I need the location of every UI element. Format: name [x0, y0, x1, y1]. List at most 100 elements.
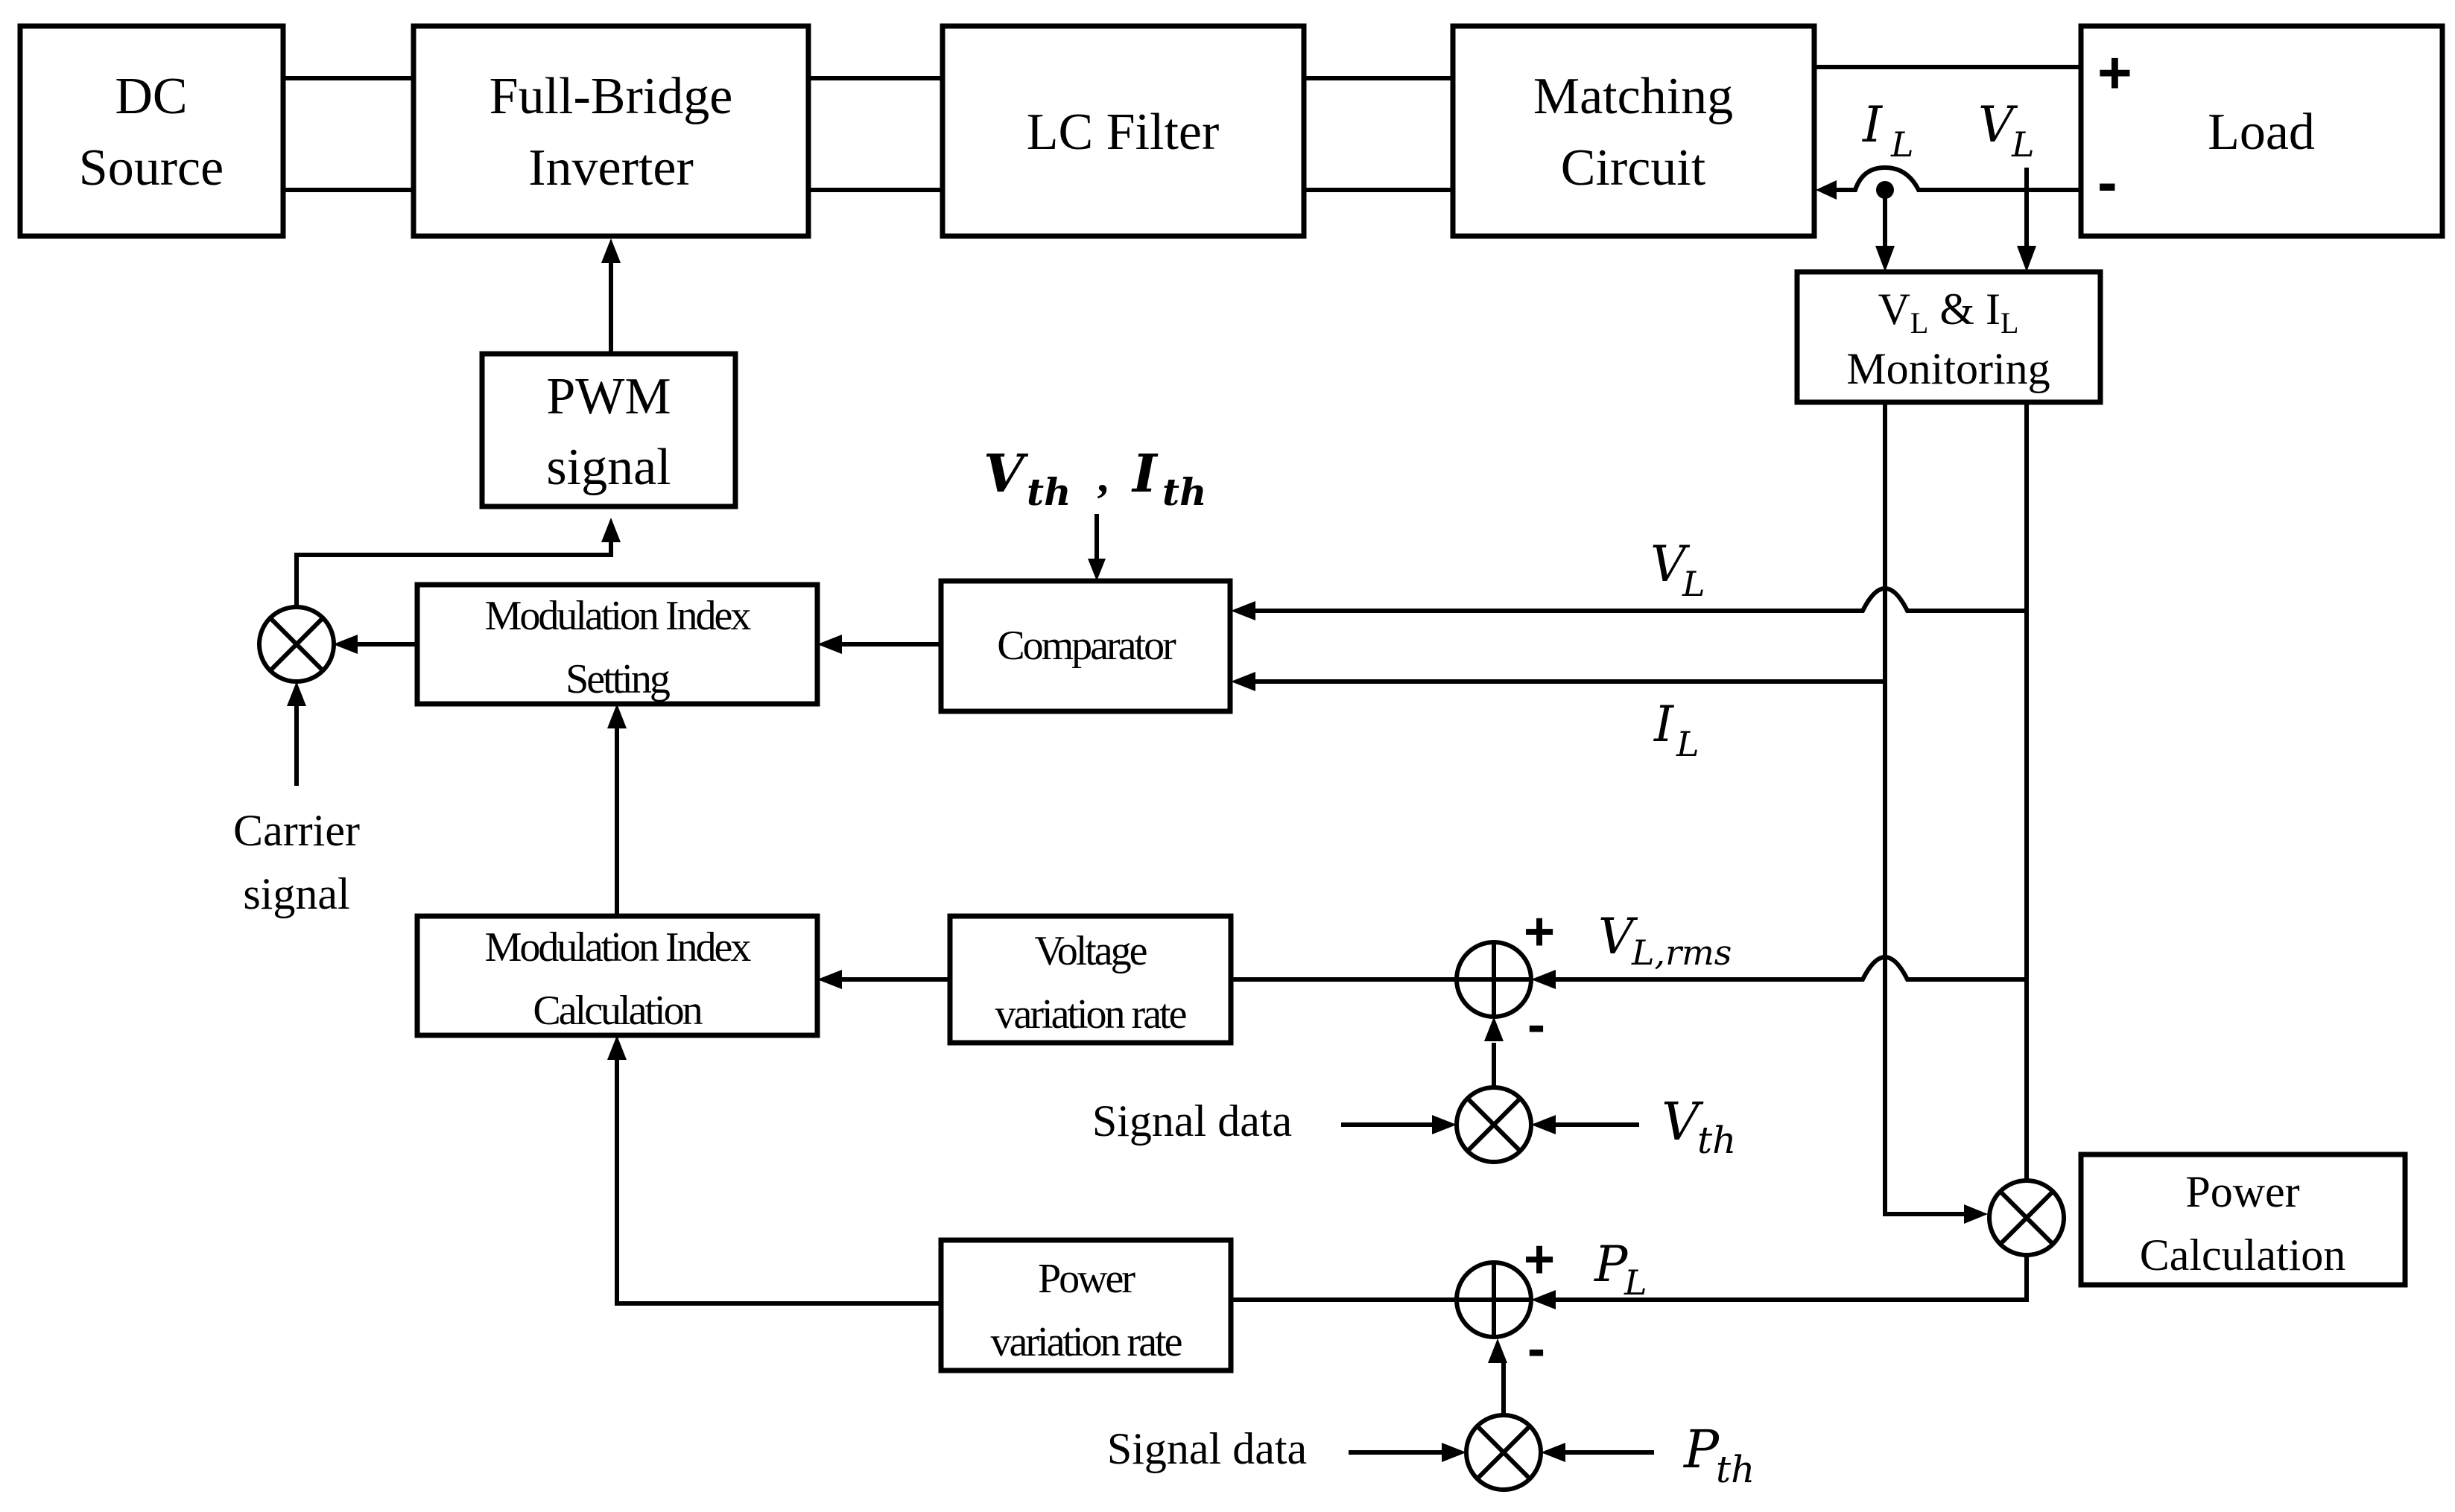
voltage-variation-rate-block: Voltage variation rate	[947, 913, 1234, 1046]
mod-setting-label-2: Setting	[566, 656, 670, 702]
svg-text:V: V	[983, 442, 1029, 504]
pth-label: P th	[1682, 1419, 1755, 1491]
voltage-rate-label-1: Voltage	[1034, 928, 1146, 974]
comparator-label: Comparator	[997, 623, 1176, 669]
vl-line-label: V L	[1650, 536, 1705, 604]
monitoring-block: VL & IL Monitoring	[1794, 269, 2103, 405]
carrier-multiplier-icon	[257, 605, 336, 684]
vth-ith-label: V th , I th	[983, 442, 1206, 514]
load-label: Load	[2208, 104, 2315, 161]
minus-sign: -	[1527, 995, 1545, 1055]
matching-label-2: Circuit	[1561, 139, 1706, 197]
vl-top-label: V L	[1978, 96, 2035, 165]
modulation-index-setting-block: Modulation Index Setting	[414, 582, 820, 707]
arrow-head	[1088, 559, 1106, 581]
il-line-label: I L	[1653, 696, 1700, 764]
arrow-head	[1432, 1115, 1457, 1134]
comparator-block: Comparator	[938, 578, 1233, 714]
power-rate-to-calc-wire	[615, 1058, 941, 1306]
power-calculation-block: Power Calculation	[2078, 1152, 2408, 1288]
dc-source-block: DC Source	[17, 23, 286, 239]
svg-text:I: I	[1862, 96, 1884, 153]
svg-text:I: I	[1653, 696, 1675, 753]
arrow-head	[1231, 672, 1255, 691]
voltage-summing-junction-icon	[1454, 940, 1533, 1019]
svg-text:th: th	[1162, 470, 1206, 514]
monitoring-label-1: VL & IL	[1878, 285, 2019, 340]
monitoring-label-2: Monitoring	[1846, 344, 2050, 393]
arrow-head	[1531, 1290, 1556, 1309]
arrow-head	[1442, 1443, 1466, 1462]
arrow-head	[1531, 1115, 1556, 1134]
signal-data-label-2: Signal data	[1107, 1424, 1307, 1473]
power-rate-label-2: variation rate	[991, 1319, 1182, 1365]
mod-setting-label-1: Modulation Index	[485, 593, 752, 639]
arrow-head	[1531, 970, 1556, 989]
voltage-multiplier-icon	[1454, 1085, 1533, 1164]
svg-text:P: P	[1682, 1419, 1720, 1480]
load-plus-sign: +	[2097, 39, 2132, 106]
minus-sign: -	[1527, 1319, 1545, 1379]
load-block: Load + -	[2078, 23, 2445, 239]
power-threshold-multiplier-icon	[1464, 1413, 1543, 1492]
arrow-head	[817, 970, 842, 989]
power-multiplier-icon	[1987, 1178, 2066, 1257]
dc-source-label-2: Source	[79, 139, 224, 197]
plus-sign: +	[1524, 902, 1555, 962]
arrow-head	[817, 635, 842, 654]
svg-text:,: ,	[1097, 452, 1109, 501]
load-minus-sign: -	[2097, 149, 2117, 215]
vlrms-label: V L,rms	[1598, 908, 1732, 973]
svg-text:P: P	[1594, 1236, 1629, 1293]
power-rate-label-1: Power	[1038, 1256, 1135, 1302]
svg-text:I: I	[1131, 442, 1159, 504]
signal-data-label-1: Signal data	[1092, 1096, 1292, 1146]
lc-filter-block: LC Filter	[940, 23, 1307, 239]
lc-filter-label: LC Filter	[1027, 104, 1220, 161]
monitoring-output-wires	[1883, 402, 2036, 1224]
carrier-label-2: signal	[243, 869, 349, 918]
inverter-label-1: Full-Bridge	[490, 68, 733, 125]
arrow-head	[607, 704, 627, 728]
arrow-head	[1231, 601, 1255, 620]
power-variation-rate-block: Power variation rate	[938, 1237, 1234, 1373]
arrow-head	[287, 682, 306, 706]
svg-text:L: L	[1890, 124, 1914, 165]
arrow-head	[1488, 1338, 1507, 1363]
pwm-signal-block: PWM signal	[479, 351, 738, 509]
mod-calc-label-2: Calculation	[533, 988, 703, 1034]
arrow-head	[1484, 1017, 1504, 1041]
svg-text:th: th	[1027, 470, 1071, 514]
il-top-label: I L	[1862, 96, 1914, 165]
vth-label: V th	[1662, 1091, 1736, 1162]
arrow-head	[601, 238, 621, 263]
modulation-index-calculation-block: Modulation Index Calculation	[414, 913, 820, 1038]
full-bridge-inverter-block: Full-Bridge Inverter	[411, 23, 811, 239]
pwm-label-2: signal	[546, 439, 671, 496]
svg-text:th: th	[1716, 1448, 1755, 1491]
power-calc-label-1: Power	[2185, 1167, 2299, 1216]
voltage-rate-label-2: variation rate	[995, 991, 1186, 1038]
arrow-head	[2017, 246, 2036, 272]
matching-circuit-block: Matching Circuit	[1450, 23, 1817, 239]
arrow-head	[1875, 246, 1895, 272]
arrow-head	[601, 518, 621, 542]
arrow-head	[1541, 1443, 1565, 1462]
plus-sign: +	[1524, 1230, 1555, 1289]
arrow-head	[333, 635, 358, 654]
svg-text:th: th	[1697, 1119, 1736, 1162]
arrow-head	[607, 1035, 627, 1060]
svg-text:L,rms: L,rms	[1631, 933, 1732, 973]
pl-label: P L	[1594, 1236, 1647, 1303]
mod-calc-label-1: Modulation Index	[485, 924, 752, 971]
svg-text:L: L	[1624, 1262, 1647, 1303]
pwm-label-1: PWM	[546, 368, 671, 425]
power-calc-label-2: Calculation	[2140, 1230, 2346, 1280]
matching-label-1: Matching	[1533, 68, 1733, 125]
svg-text:L: L	[1682, 564, 1705, 604]
control-block-diagram: DC Source Full-Bridge Inverter LC Filter…	[17, 23, 2445, 1492]
vl-to-comparator-wire	[1252, 585, 2027, 613]
dc-source-label-1: DC	[115, 68, 187, 125]
inverter-label-2: Inverter	[528, 139, 694, 197]
svg-text:L: L	[1676, 724, 1700, 764]
